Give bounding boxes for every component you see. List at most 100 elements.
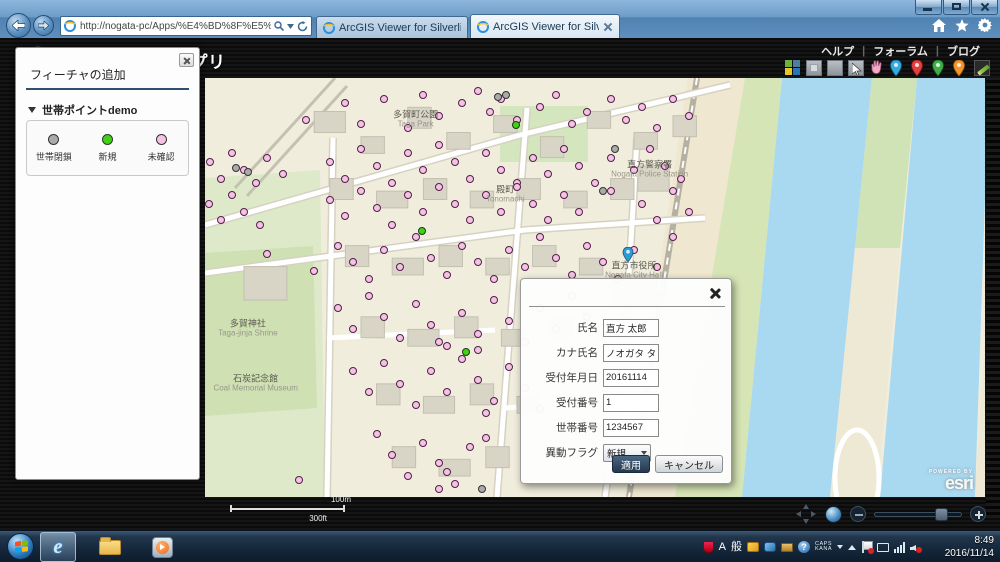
start-button[interactable] xyxy=(7,533,34,560)
layer-toggle[interactable]: 世帯ポイントdemo xyxy=(28,102,137,118)
point-unconfirmed[interactable] xyxy=(451,158,459,166)
point-unconfirmed[interactable] xyxy=(435,141,443,149)
zoom-in-button[interactable] xyxy=(970,506,986,522)
point-unconfirmed[interactable] xyxy=(365,292,373,300)
search-dropdown-icon[interactable] xyxy=(287,24,294,29)
forward-button[interactable] xyxy=(33,15,54,36)
point-unconfirmed[interactable] xyxy=(575,162,583,170)
point-unconfirmed[interactable] xyxy=(591,179,599,187)
point-unconfirmed[interactable] xyxy=(529,200,537,208)
point-unconfirmed[interactable] xyxy=(427,321,435,329)
point-unconfirmed[interactable] xyxy=(427,367,435,375)
point-unconfirmed[interactable] xyxy=(607,95,615,103)
tab-close-icon[interactable] xyxy=(603,22,613,32)
hand-pan-icon[interactable] xyxy=(869,60,885,76)
point-unconfirmed[interactable] xyxy=(638,200,646,208)
kana-input[interactable] xyxy=(603,344,659,362)
point-unconfirmed[interactable] xyxy=(295,476,303,484)
panel-close-icon[interactable] xyxy=(179,53,194,67)
point-unconfirmed[interactable] xyxy=(380,359,388,367)
point-unconfirmed[interactable] xyxy=(228,149,236,157)
ime-toolbar-icon[interactable] xyxy=(747,542,759,552)
point-unconfirmed[interactable] xyxy=(458,309,466,317)
action-center-flag-icon[interactable] xyxy=(861,541,872,553)
point-unconfirmed[interactable] xyxy=(536,233,544,241)
point-unconfirmed[interactable] xyxy=(341,212,349,220)
point-unconfirmed[interactable] xyxy=(529,154,537,162)
point-unconfirmed[interactable] xyxy=(544,216,552,224)
point-unconfirmed[interactable] xyxy=(451,200,459,208)
point-unconfirmed[interactable] xyxy=(310,267,318,275)
point-unconfirmed[interactable] xyxy=(357,120,365,128)
point-unconfirmed[interactable] xyxy=(373,204,381,212)
point-unconfirmed[interactable] xyxy=(404,124,412,132)
point-unconfirmed[interactable] xyxy=(326,196,334,204)
date-input[interactable] xyxy=(603,369,659,387)
point-unconfirmed[interactable] xyxy=(404,191,412,199)
point-unconfirmed[interactable] xyxy=(466,175,474,183)
point-unconfirmed[interactable] xyxy=(638,103,646,111)
point-unconfirmed[interactable] xyxy=(206,158,214,166)
point-unconfirmed[interactable] xyxy=(435,338,443,346)
point-unconfirmed[interactable] xyxy=(560,191,568,199)
point-unconfirmed[interactable] xyxy=(583,242,591,250)
point-unconfirmed[interactable] xyxy=(685,112,693,120)
template-unconfirmed[interactable]: 未確認 xyxy=(134,121,188,175)
point-unconfirmed[interactable] xyxy=(630,166,638,174)
point-household-closed[interactable] xyxy=(232,164,240,172)
point-unconfirmed[interactable] xyxy=(443,342,451,350)
point-unconfirmed[interactable] xyxy=(669,233,677,241)
point-unconfirmed[interactable] xyxy=(466,216,474,224)
point-unconfirmed[interactable] xyxy=(228,191,236,199)
signal-bars-icon[interactable] xyxy=(894,542,905,553)
basemap-grid-icon[interactable] xyxy=(785,60,801,76)
point-unconfirmed[interactable] xyxy=(240,208,248,216)
point-household-closed[interactable] xyxy=(244,168,252,176)
point-unconfirmed[interactable] xyxy=(661,162,669,170)
point-unconfirmed[interactable] xyxy=(474,346,482,354)
point-unconfirmed[interactable] xyxy=(458,99,466,107)
point-unconfirmed[interactable] xyxy=(521,263,529,271)
zoom-slider[interactable] xyxy=(874,512,962,517)
ime-dropdown-icon[interactable] xyxy=(837,545,843,549)
point-unconfirmed[interactable] xyxy=(404,149,412,157)
point-unconfirmed[interactable] xyxy=(552,91,560,99)
point-unconfirmed[interactable] xyxy=(419,91,427,99)
address-bar[interactable]: http://nogata-pc/Apps/%E4%BD%8F%E5%9F%E xyxy=(60,16,312,36)
point-unconfirmed[interactable] xyxy=(482,434,490,442)
point-unconfirmed[interactable] xyxy=(404,472,412,480)
point-unconfirmed[interactable] xyxy=(474,87,482,95)
apply-button[interactable]: 適用 xyxy=(612,455,650,473)
map-select-icon[interactable] xyxy=(848,60,864,76)
point-unconfirmed[interactable] xyxy=(622,116,630,124)
help-icon[interactable]: ? xyxy=(798,541,810,553)
point-unconfirmed[interactable] xyxy=(490,397,498,405)
point-unconfirmed[interactable] xyxy=(419,439,427,447)
point-unconfirmed[interactable] xyxy=(349,325,357,333)
point-unconfirmed[interactable] xyxy=(474,376,482,384)
point-unconfirmed[interactable] xyxy=(357,187,365,195)
point-unconfirmed[interactable] xyxy=(380,246,388,254)
pin-red-icon[interactable] xyxy=(911,60,927,76)
point-unconfirmed[interactable] xyxy=(279,170,287,178)
point-unconfirmed[interactable] xyxy=(388,179,396,187)
point-unconfirmed[interactable] xyxy=(482,149,490,157)
point-unconfirmed[interactable] xyxy=(419,166,427,174)
point-new[interactable] xyxy=(462,348,470,356)
favorites-star-icon[interactable] xyxy=(955,19,969,37)
point-unconfirmed[interactable] xyxy=(412,401,420,409)
close-button[interactable] xyxy=(971,0,998,15)
point-household-closed[interactable] xyxy=(494,93,502,101)
point-unconfirmed[interactable] xyxy=(669,187,677,195)
point-unconfirmed[interactable] xyxy=(365,275,373,283)
forum-link[interactable]: フォーラム xyxy=(865,43,936,59)
point-unconfirmed[interactable] xyxy=(256,221,264,229)
point-unconfirmed[interactable] xyxy=(334,304,342,312)
point-unconfirmed[interactable] xyxy=(302,116,310,124)
taskbar-explorer-button[interactable] xyxy=(92,532,128,562)
point-unconfirmed[interactable] xyxy=(435,112,443,120)
point-unconfirmed[interactable] xyxy=(435,459,443,467)
point-unconfirmed[interactable] xyxy=(396,263,404,271)
point-unconfirmed[interactable] xyxy=(677,175,685,183)
point-unconfirmed[interactable] xyxy=(474,330,482,338)
